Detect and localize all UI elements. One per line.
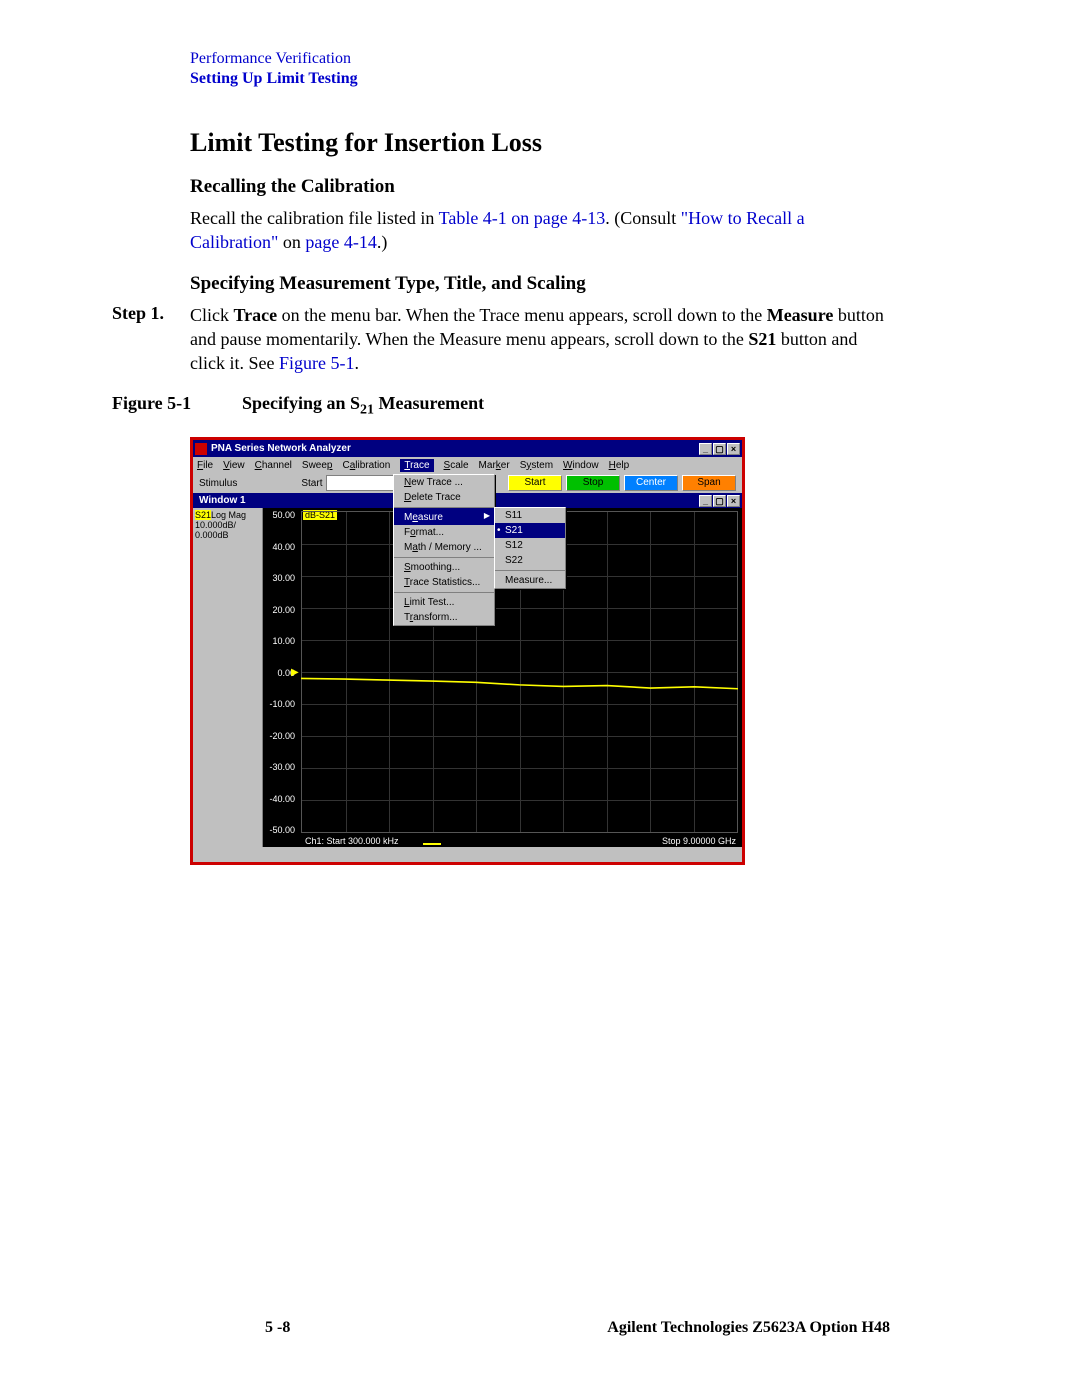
trace-menu-popup: New Trace ... Delete Trace Measure▶ S11 …	[393, 474, 495, 626]
step-1: Step 1. Click Trace on the menu bar. Whe…	[190, 303, 890, 376]
maximize-icon[interactable]: ▢	[713, 443, 726, 455]
menu-channel[interactable]: Channel	[255, 460, 292, 471]
submenu-s21[interactable]: S21	[495, 523, 565, 538]
app-title: PNA Series Network Analyzer	[211, 443, 351, 454]
close-icon[interactable]: ×	[727, 443, 740, 455]
text-span: Measurement	[374, 393, 484, 413]
chart-footer: Ch1: Start 300.000 kHz Stop 9.00000 GHz	[305, 836, 736, 846]
menu-item-smoothing[interactable]: Smoothing...	[394, 557, 494, 575]
page-footer: 5 -8 Agilent Technologies Z5623A Option …	[265, 1319, 890, 1337]
header-chapter: Performance Verification	[190, 50, 890, 68]
text-span: Specifying an S	[242, 393, 360, 413]
trace-format: Log Mag	[211, 510, 246, 520]
inner-window-title: Window 1	[199, 495, 246, 506]
ref-marker-icon: ▶	[291, 667, 299, 678]
subscript: 21	[360, 403, 374, 418]
text-span: .)	[377, 232, 388, 252]
inner-minimize-icon[interactable]: _	[699, 495, 712, 507]
step-text: Click Trace on the menu bar. When the Tr…	[190, 303, 890, 376]
minimize-icon[interactable]: _	[699, 443, 712, 455]
menu-item-new-trace[interactable]: New Trace ...	[394, 475, 494, 490]
start-freq-label: Ch1: Start 300.000 kHz	[305, 836, 399, 846]
subheading-specifying: Specifying Measurement Type, Title, and …	[190, 273, 890, 295]
menubar: File View Channel Sweep Calibration Trac…	[193, 457, 742, 473]
text-span: on the menu bar. When the Trace menu app…	[277, 305, 767, 325]
bold-measure: Measure	[767, 305, 834, 325]
menu-trace[interactable]: Trace	[400, 459, 433, 472]
page-title: Limit Testing for Insertion Loss	[190, 128, 890, 158]
trace-info-sidebar: S21Log Mag 10.000dB/ 0.000dB	[193, 508, 263, 847]
paragraph-recalling: Recall the calibration file listed in Ta…	[190, 206, 890, 255]
inner-close-icon[interactable]: ×	[727, 495, 740, 507]
text-span: . (Consult	[605, 208, 681, 228]
manual-title: Agilent Technologies Z5623A Option H48	[607, 1319, 890, 1337]
menu-file[interactable]: File	[197, 460, 213, 471]
menu-item-measure[interactable]: Measure▶ S11 S21 S12 S22 Measure...	[394, 507, 494, 525]
link-page-4-14[interactable]: page 4-14	[305, 232, 376, 252]
trace-ref: 0.000dB	[195, 530, 260, 540]
bold-trace: Trace	[234, 305, 278, 325]
submenu-s22[interactable]: S22	[495, 553, 565, 568]
menu-item-limit-test[interactable]: Limit Test...	[394, 592, 494, 610]
start-button[interactable]: Start	[508, 475, 562, 491]
stop-freq-label: Stop 9.00000 GHz	[662, 836, 736, 846]
titlebar: PNA Series Network Analyzer _ ▢ ×	[193, 440, 742, 457]
menu-item-trace-stats[interactable]: Trace Statistics...	[394, 575, 494, 590]
trace-param: S21	[195, 510, 211, 520]
measure-submenu: S11 S21 S12 S22 Measure...	[494, 507, 566, 589]
page-number: 5 -8	[265, 1319, 290, 1337]
menu-item-transform[interactable]: Transform...	[394, 610, 494, 625]
menu-item-format[interactable]: Format...	[394, 525, 494, 540]
text-span: .	[354, 353, 359, 373]
trace-scale: 10.000dB/	[195, 520, 260, 530]
inner-maximize-icon[interactable]: ▢	[713, 495, 726, 507]
menu-marker[interactable]: Marker	[479, 460, 510, 471]
center-button[interactable]: Center	[624, 475, 678, 491]
link-table-4-1[interactable]: Table 4-1 on page 4-13	[439, 208, 606, 228]
step-label: Step 1.	[112, 303, 190, 376]
app-icon	[195, 443, 207, 455]
header-section: Setting Up Limit Testing	[190, 70, 890, 88]
toolbar-start-label: Start	[301, 478, 322, 489]
submenu-s12[interactable]: S12	[495, 538, 565, 553]
menu-scale[interactable]: Scale	[444, 460, 469, 471]
menu-item-delete-trace[interactable]: Delete Trace	[394, 490, 494, 505]
menu-window[interactable]: Window	[563, 460, 599, 471]
application-window: PNA Series Network Analyzer _ ▢ × File V…	[190, 437, 745, 865]
submenu-measure-more[interactable]: Measure...	[495, 570, 565, 588]
figure-number: Figure 5-1	[112, 393, 242, 419]
plot-area: S21Log Mag 10.000dB/ 0.000dB dB-S21 50.0…	[193, 508, 742, 847]
submenu-s11[interactable]: S11	[495, 508, 565, 523]
bold-s21: S21	[748, 329, 776, 349]
menu-system[interactable]: System	[520, 460, 553, 471]
menu-calibration[interactable]: Calibration	[342, 460, 390, 471]
menu-item-math-memory[interactable]: Math / Memory ...	[394, 540, 494, 555]
menu-help[interactable]: Help	[609, 460, 630, 471]
subheading-recalling: Recalling the Calibration	[190, 176, 890, 198]
span-button[interactable]: Span	[682, 475, 736, 491]
link-figure-5-1[interactable]: Figure 5-1	[279, 353, 355, 373]
menu-sweep[interactable]: Sweep	[302, 460, 333, 471]
text-span: Click	[190, 305, 234, 325]
text-span: Recall the calibration file listed in	[190, 208, 439, 228]
figure-title: Specifying an S21 Measurement	[242, 393, 484, 419]
stop-button[interactable]: Stop	[566, 475, 620, 491]
figure-caption: Figure 5-1 Specifying an S21 Measurement	[112, 393, 890, 419]
chart: dB-S21 50.0040.0030.0020.0010.000.00-10.…	[263, 508, 742, 847]
text-span: on	[278, 232, 305, 252]
stimulus-label: Stimulus	[199, 478, 237, 489]
menu-view[interactable]: View	[223, 460, 245, 471]
